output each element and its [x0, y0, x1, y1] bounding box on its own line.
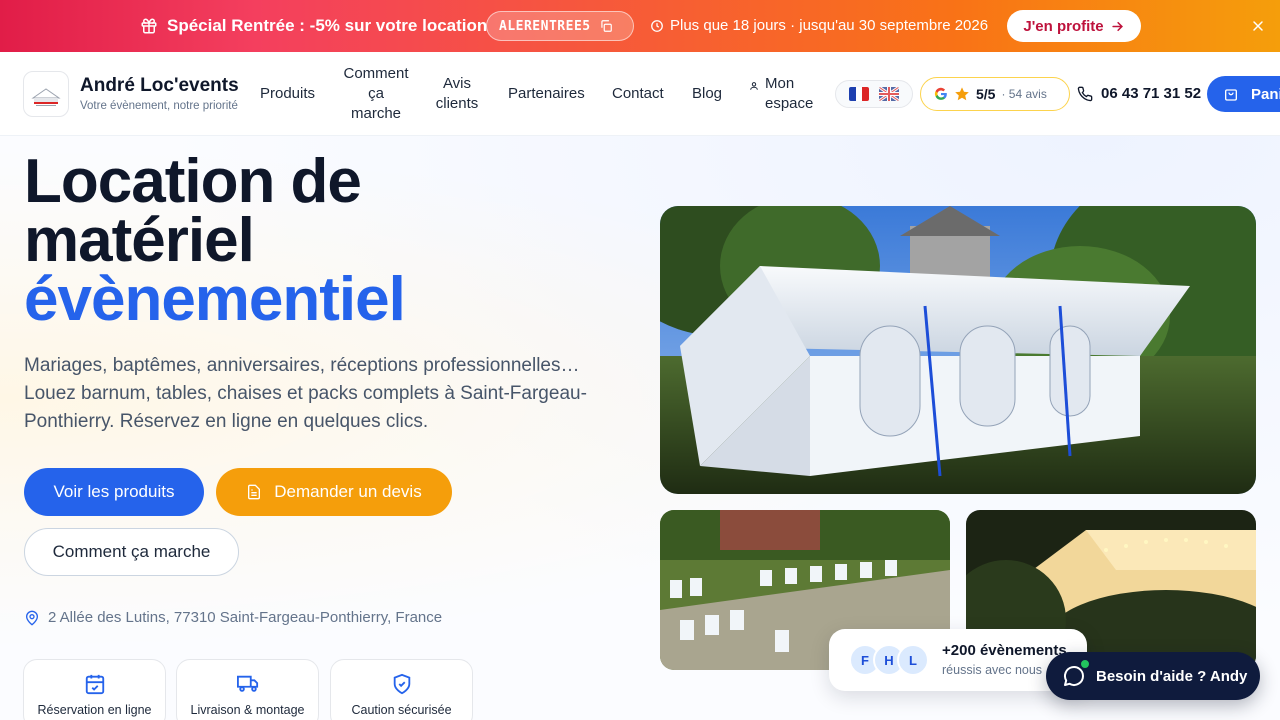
- online-status-dot: [1079, 658, 1091, 670]
- document-icon: [248, 484, 261, 500]
- nav-comment-label-line3: marche: [350, 105, 402, 122]
- brand-tagline: Votre évènement, notre priorité: [80, 100, 238, 112]
- brand-logo[interactable]: [23, 71, 69, 117]
- nav-produits[interactable]: Produits: [260, 84, 315, 104]
- hero-title-line1: Location de: [24, 147, 362, 216]
- nav-partenaires[interactable]: Partenaires: [508, 84, 585, 104]
- tent-photo: [660, 206, 1256, 494]
- feature-secure-deposit-label: Caution sécurisée: [351, 703, 452, 717]
- nav-contact-label: Contact: [612, 85, 664, 102]
- view-products-label: Voir les produits: [53, 482, 175, 501]
- language-switcher: [835, 80, 913, 108]
- nav-mon-espace[interactable]: Mon espace: [749, 74, 817, 114]
- nav-blog[interactable]: Blog: [692, 84, 722, 104]
- nav-avis-clients[interactable]: Avis clients: [430, 74, 484, 114]
- promo-code-copy-button[interactable]: ALERENTREE5: [486, 11, 634, 41]
- copy-icon: [600, 20, 612, 32]
- nav-avis-label-line1: Avis: [442, 75, 472, 92]
- nav-comment-label-line2: ça: [368, 85, 384, 102]
- promo-title: Spécial Rentrée : -5% sur votre location: [167, 16, 488, 35]
- close-icon[interactable]: [1250, 18, 1266, 34]
- user-icon: [750, 82, 758, 90]
- shopping-bag-icon: [1225, 89, 1237, 101]
- gift-icon: [141, 18, 157, 34]
- help-chat-label: Besoin d'aide ? Andy: [1096, 667, 1248, 685]
- promo-banner: Spécial Rentrée : -5% sur votre location…: [0, 0, 1280, 52]
- feature-delivery: Livraison & montage: [176, 659, 319, 720]
- arrow-right-icon: [1111, 21, 1123, 31]
- view-products-button[interactable]: Voir les produits: [24, 468, 204, 516]
- cart-button[interactable]: Panier: [1207, 76, 1280, 112]
- promo-cta-button[interactable]: J'en profite: [1007, 10, 1141, 42]
- address-text: 2 Allée des Lutins, 77310 Saint-Fargeau-…: [48, 609, 443, 626]
- nav-comment-ca-marche[interactable]: Comment ça marche: [340, 64, 412, 124]
- flag-fr-icon[interactable]: [849, 87, 869, 101]
- feature-delivery-label: Livraison & montage: [190, 703, 305, 717]
- promo-cta-label: J'en profite: [1023, 17, 1104, 35]
- avatar: L: [897, 644, 929, 676]
- nav-avis-label-line2: clients: [435, 95, 479, 112]
- flag-uk-icon[interactable]: [879, 87, 899, 101]
- rating-count: · 54 avis: [1001, 87, 1047, 101]
- nav-produits-label: Produits: [260, 85, 316, 102]
- how-it-works-label: Comment ça marche: [52, 542, 211, 561]
- cart-label: Panier: [1251, 85, 1280, 103]
- nav-contact[interactable]: Contact: [612, 84, 664, 104]
- calendar-check-icon: [85, 674, 104, 695]
- brand-name[interactable]: André Loc'events: [80, 75, 239, 97]
- nav-blog-label: Blog: [692, 85, 723, 102]
- help-chat-button[interactable]: Besoin d'aide ? Andy: [1046, 652, 1260, 700]
- shield-check-icon: [393, 673, 410, 695]
- hero-title-line2: matériel: [24, 206, 255, 275]
- phone-icon: [1077, 86, 1093, 101]
- tent-logo-icon: [31, 88, 61, 106]
- nav-espace-label-line1: Mon: [765, 75, 795, 92]
- nav-comment-label-line1: Comment: [343, 65, 409, 82]
- nav-partenaires-label: Partenaires: [508, 85, 585, 102]
- clock-icon: [651, 20, 663, 32]
- hero-lead: Mariages, baptêmes, anniversaires, récep…: [24, 355, 587, 432]
- request-quote-button[interactable]: Demander un devis: [216, 468, 452, 516]
- social-proof-subtitle: réussis avec nous: [942, 663, 1043, 677]
- phone-number: 06 43 71 31 52: [1101, 85, 1202, 102]
- hero-title-accent: évènementiel: [24, 265, 406, 334]
- hero-title: Location de matériel évènementiel: [24, 147, 406, 334]
- feature-secure-deposit: Caution sécurisée: [330, 659, 473, 720]
- truck-icon: [236, 675, 258, 692]
- star-icon: [955, 87, 969, 101]
- how-it-works-button[interactable]: Comment ça marche: [24, 528, 239, 576]
- map-pin-icon: [25, 610, 39, 626]
- promo-deadline: Plus que 18 jours · jusqu'au 30 septembr…: [670, 17, 989, 34]
- feature-online-booking-label: Réservation en ligne: [37, 703, 152, 717]
- google-icon: [934, 87, 947, 100]
- address: 2 Allée des Lutins, 77310 Saint-Fargeau-…: [24, 609, 442, 626]
- google-rating-badge[interactable]: 5/5 · 54 avis: [920, 77, 1070, 111]
- promo-code: ALERENTREE5: [499, 18, 591, 34]
- nav-espace-label-line2: espace: [765, 95, 814, 112]
- site-header: André Loc'events Votre évènement, notre …: [0, 52, 1280, 136]
- rating-score: 5/5: [976, 86, 996, 102]
- feature-online-booking: Réservation en ligne: [23, 659, 166, 720]
- request-quote-label: Demander un devis: [274, 482, 422, 501]
- social-proof-title: +200 évènements: [942, 642, 1067, 659]
- phone-link[interactable]: 06 43 71 31 52: [1077, 85, 1201, 102]
